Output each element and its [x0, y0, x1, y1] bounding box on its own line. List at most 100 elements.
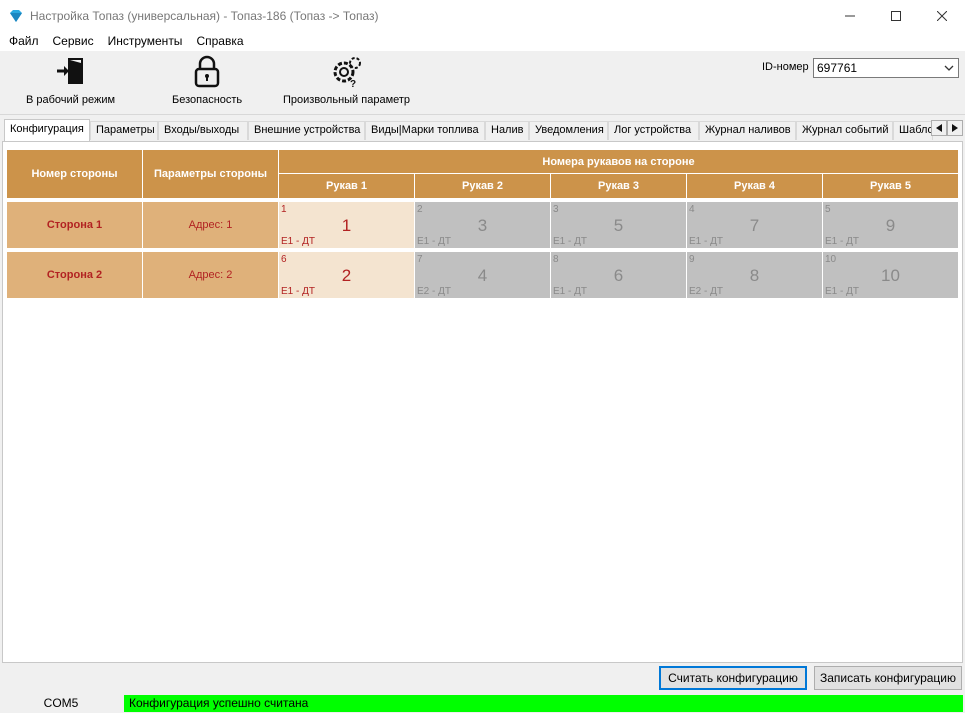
hose-cell[interactable]: 1 1 E1 - ДТ	[279, 202, 414, 248]
gear-question-icon: ?	[333, 57, 361, 88]
menu-service[interactable]: Сервис	[46, 31, 101, 51]
minimize-button[interactable]	[827, 0, 873, 31]
hose-number: 9	[885, 216, 896, 235]
com-port-status: COM5	[43, 696, 79, 710]
hose-index: 4	[689, 204, 695, 215]
lock-icon	[194, 55, 220, 88]
hose-fuel: E1 - ДТ	[689, 236, 723, 247]
hose-number: 8	[749, 266, 760, 285]
security-button[interactable]: Безопасность	[172, 53, 242, 106]
diamond-app-icon	[10, 9, 22, 22]
custom-param-button[interactable]: ? Произвольный параметр	[283, 53, 410, 106]
exit-door-icon	[56, 58, 83, 84]
tab-fuel-types[interactable]: Виды|Марки топлива	[365, 121, 485, 140]
hose-fuel: E1 - ДТ	[281, 286, 315, 297]
hose-cell[interactable]: 2 3 E1 - ДТ	[415, 202, 550, 248]
hose-fuel: E1 - ДТ	[825, 286, 859, 297]
hose-index: 2	[417, 204, 423, 215]
hose-fuel: E1 - ДТ	[553, 286, 587, 297]
hose-index: 3	[553, 204, 559, 215]
write-config-button[interactable]: Записать конфигурацию	[814, 666, 962, 690]
hose-fuel: E1 - ДТ	[825, 236, 859, 247]
close-icon	[937, 10, 947, 21]
hose-index: 10	[825, 254, 837, 265]
id-number-select[interactable]: 697761	[813, 58, 959, 78]
chevron-down-icon	[944, 59, 954, 84]
side-1-label[interactable]: Сторона 1	[7, 202, 142, 248]
tab-configuration[interactable]: Конфигурация	[4, 119, 90, 141]
hose-index: 8	[553, 254, 559, 265]
tab-event-journal[interactable]: Журнал событий	[796, 121, 893, 140]
tab-templates[interactable]: Шабло	[893, 121, 933, 140]
svg-text:?: ?	[350, 79, 356, 88]
arrow-left-icon	[936, 124, 942, 132]
menu-file[interactable]: Файл	[2, 31, 46, 51]
maximize-icon	[891, 10, 901, 21]
title-bar: Настройка Топаз (универсальная) - Топаз-…	[0, 0, 965, 31]
hose-cell[interactable]: 6 2 E1 - ДТ	[279, 252, 414, 298]
tab-external-devices[interactable]: Внешние устройства	[248, 121, 365, 140]
hose-fuel: E2 - ДТ	[689, 286, 723, 297]
hose-index: 1	[281, 204, 287, 215]
menu-bar: Файл Сервис Инструменты Справка	[0, 31, 965, 51]
hose-header: Рукав 3	[551, 174, 686, 198]
hose-cell[interactable]: 4 7 E1 - ДТ	[687, 202, 822, 248]
hose-index: 5	[825, 204, 831, 215]
status-message: Конфигурация успешно считана	[124, 695, 963, 712]
hose-number: 6	[613, 266, 624, 285]
menu-help[interactable]: Справка	[189, 31, 250, 51]
id-number-label: ID-номер	[762, 61, 809, 73]
hose-fuel: E1 - ДТ	[553, 236, 587, 247]
custom-param-label: Произвольный параметр	[283, 94, 411, 106]
tab-device-log[interactable]: Лог устройства	[608, 121, 699, 140]
hose-header: Рукав 2	[415, 174, 550, 198]
hose-header: Рукав 5	[823, 174, 958, 198]
hose-number: 2	[341, 266, 352, 285]
hose-header: Рукав 4	[687, 174, 822, 198]
tab-parameters[interactable]: Параметры	[90, 121, 158, 140]
hose-number: 5	[613, 216, 624, 235]
hose-number: 4	[477, 266, 488, 285]
tab-filling-journal[interactable]: Журнал наливов	[699, 121, 796, 140]
tab-notifications[interactable]: Уведомления	[529, 121, 608, 140]
side-2-address[interactable]: Адрес: 2	[143, 252, 278, 298]
work-mode-button[interactable]: В рабочий режим	[26, 53, 115, 106]
hose-index: 9	[689, 254, 695, 265]
id-number-value: 697761	[817, 61, 858, 75]
app-window: Настройка Топаз (универсальная) - Топаз-…	[0, 0, 965, 713]
window-title: Настройка Топаз (универсальная) - Топаз-…	[30, 8, 379, 23]
toolbar: В рабочий режим Безопасность ? Произволь…	[0, 51, 965, 115]
tab-io[interactable]: Входы/выходы	[158, 121, 248, 140]
minimize-icon	[845, 15, 855, 16]
hose-number: 7	[749, 216, 760, 235]
tab-scroll-left-button[interactable]	[931, 120, 947, 136]
hose-cell[interactable]: 5 9 E1 - ДТ	[823, 202, 958, 248]
hose-cell[interactable]: 7 4 E2 - ДТ	[415, 252, 550, 298]
security-label: Безопасность	[172, 94, 243, 106]
hose-number: 10	[881, 266, 900, 285]
configuration-panel: Номер стороны Параметры стороны Номера р…	[2, 141, 963, 663]
read-config-button[interactable]: Считать конфигурацию	[659, 666, 807, 690]
hose-cell[interactable]: 3 5 E1 - ДТ	[551, 202, 686, 248]
hose-cell[interactable]: 8 6 E1 - ДТ	[551, 252, 686, 298]
side-2-label[interactable]: Сторона 2	[7, 252, 142, 298]
tab-strip: Конфигурация Параметры Входы/выходы Внеш…	[2, 119, 963, 141]
side-1-address[interactable]: Адрес: 1	[143, 202, 278, 248]
hose-cell[interactable]: 10 10 E1 - ДТ	[823, 252, 958, 298]
hoses-header: Номера рукавов на стороне	[279, 150, 958, 173]
tab-scroll-right-button[interactable]	[947, 120, 963, 136]
hose-index: 7	[417, 254, 423, 265]
hose-number: 3	[477, 216, 488, 235]
maximize-button[interactable]	[873, 0, 919, 31]
close-button[interactable]	[919, 0, 965, 31]
tab-filling[interactable]: Налив	[485, 121, 529, 140]
hose-index: 6	[281, 254, 287, 265]
hose-header: Рукав 1	[279, 174, 414, 198]
hose-fuel: E2 - ДТ	[417, 286, 451, 297]
menu-tools[interactable]: Инструменты	[101, 31, 190, 51]
status-bar: COM5 Конфигурация успешно считана	[0, 694, 965, 713]
side-params-header: Параметры стороны	[143, 150, 278, 198]
arrow-right-icon	[952, 124, 958, 132]
hose-cell[interactable]: 9 8 E2 - ДТ	[687, 252, 822, 298]
side-number-header: Номер стороны	[7, 150, 142, 198]
